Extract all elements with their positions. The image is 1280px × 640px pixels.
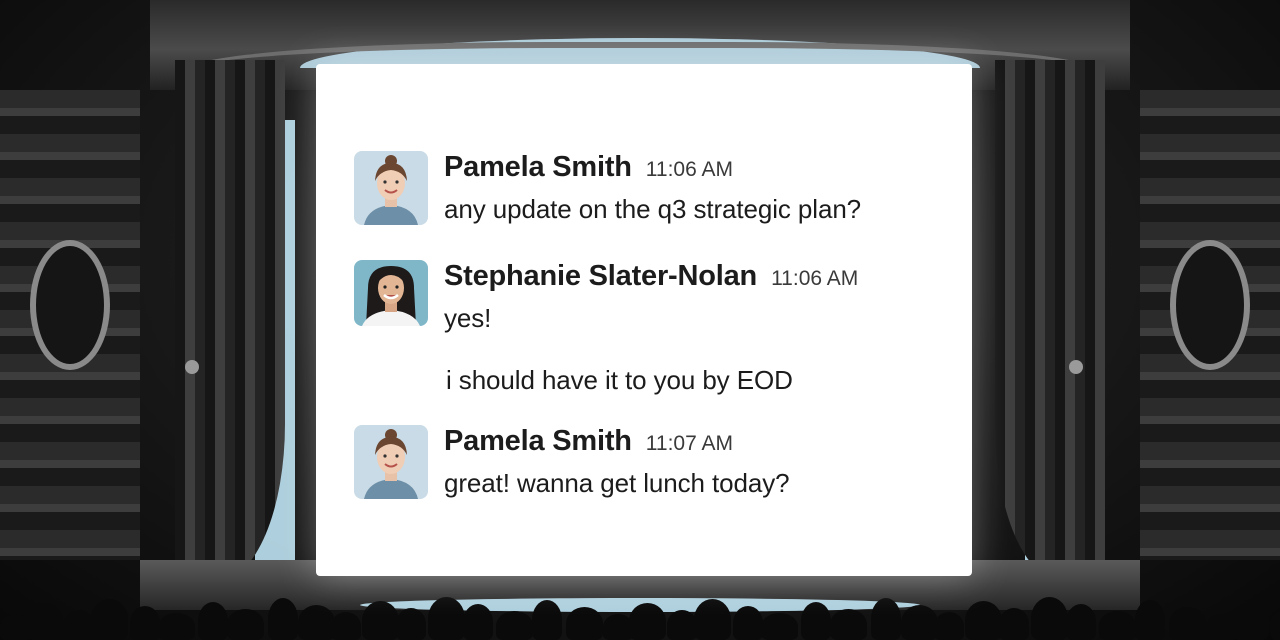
audience-head [130,606,160,640]
audience-head [64,610,94,640]
movie-screen: Pamela Smith 11:06 AM any update on the … [316,64,972,576]
avatar-photo [354,151,428,225]
audience-head [1099,611,1136,640]
audience-head [901,605,938,640]
message-text: any update on the q3 strategic plan? [444,194,862,224]
chat-message: Pamela Smith 11:06 AM any update on the … [354,151,861,225]
audience-head [761,613,798,640]
audience-head [158,613,195,640]
curtain-tie-left [185,360,199,374]
curtain-left [175,60,285,580]
audience-head [999,608,1029,640]
audience-head [934,612,964,640]
audience-head [566,607,603,640]
message-timestamp[interactable]: 11:06 AM [771,267,858,291]
audience-head [227,609,264,640]
audience-head [1169,607,1206,640]
avatar-pamela-smith[interactable] [354,151,428,225]
message-timestamp[interactable]: 11:07 AM [646,432,733,456]
audience-head [428,597,465,640]
audience-head [733,606,763,640]
audience-head [463,604,493,640]
audience-head [629,603,666,640]
medallion-right [1170,240,1250,370]
sender-name[interactable]: Pamela Smith [444,425,632,458]
audience-head [694,599,731,640]
audience-head [298,605,335,640]
message-timestamp[interactable]: 11:06 AM [646,158,733,182]
audience-head [1135,600,1165,640]
audience-head [965,601,1002,640]
audience-head [496,611,533,640]
sender-name[interactable]: Pamela Smith [444,151,632,184]
avatar-photo [354,260,428,326]
avatar-pamela-smith[interactable] [354,425,428,499]
ornament-panel-left [0,90,140,560]
audience-head [532,600,562,640]
avatar-photo [354,425,428,499]
sender-name[interactable]: Stephanie Slater-Nolan [444,260,757,293]
avatar-stephanie-slater-nolan[interactable] [354,260,428,326]
chat-message: Pamela Smith 11:07 AM great! wanna get l… [354,425,790,499]
medallion-left [30,240,110,370]
audience-head [1066,604,1096,640]
chat-message: Stephanie Slater-Nolan 11:06 AM yes! [354,260,858,334]
audience-head [801,602,831,640]
audience-head [830,609,867,640]
audience-head [1270,610,1280,640]
curtain-right [995,60,1105,580]
audience-head [91,599,128,640]
message-text-continuation: i should have it to you by EOD [446,365,793,395]
audience-head [331,612,361,640]
audience-silhouettes [0,590,1280,640]
audience-head [268,598,298,640]
audience-head [871,598,901,640]
audience-head [26,603,63,640]
curtain-tie-right [1069,360,1083,374]
audience-head [1031,597,1068,640]
audience-head [667,610,697,640]
audience-head [362,601,399,640]
ornament-panel-right [1140,90,1280,560]
audience-head [198,602,228,640]
audience-head [396,608,426,640]
message-text: yes! [444,303,492,333]
message-text: great! wanna get lunch today? [444,468,790,498]
audience-head [1232,603,1269,640]
